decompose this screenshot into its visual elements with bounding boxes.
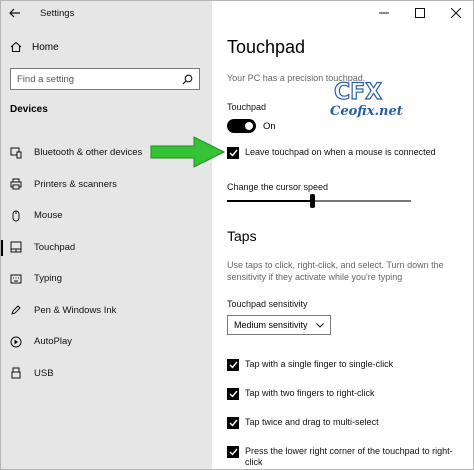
- checkbox-checked[interactable]: [227, 446, 239, 458]
- touchpad-icon: [10, 241, 22, 253]
- window-controls: [366, 0, 474, 26]
- sidebar-item-label: AutoPlay: [34, 336, 73, 348]
- printer-icon: [10, 178, 22, 190]
- usb-icon: [10, 367, 22, 379]
- leave-touchpad-on-checkbox[interactable]: Leave touchpad on when a mouse is connec…: [227, 147, 467, 159]
- cursor-speed-label: Change the cursor speed: [227, 182, 329, 192]
- search-placeholder: Find a setting: [17, 73, 75, 85]
- tap-single-finger-checkbox[interactable]: Tap with a single finger to single-click: [227, 359, 467, 371]
- back-arrow-icon: [9, 8, 20, 18]
- chevron-down-icon: [316, 322, 324, 328]
- taps-heading: Taps: [227, 228, 257, 244]
- green-arrow-annotation: [150, 136, 226, 168]
- checkbox-label: Leave touchpad on when a mouse is connec…: [245, 147, 436, 157]
- search-icon: [182, 74, 193, 84]
- touchpad-toggle-label: Touchpad: [227, 102, 267, 112]
- sidebar-item-typing[interactable]: Typing: [0, 263, 212, 295]
- sensitivity-dropdown[interactable]: Medium sensitivity: [227, 315, 331, 335]
- autoplay-icon: [10, 336, 22, 348]
- sidebar-item-label: Printers & scanners: [34, 178, 117, 190]
- sidebar-item-label: Typing: [34, 273, 62, 285]
- slider-filled-track: [227, 200, 310, 202]
- sidebar-item-label: Bluetooth & other devices: [34, 147, 143, 159]
- checkbox-label: Tap with two fingers to right-click: [245, 388, 375, 398]
- cursor-speed-slider[interactable]: [227, 194, 411, 208]
- sidebar-item-label: Mouse: [34, 210, 63, 222]
- slider-thumb[interactable]: [310, 194, 315, 208]
- svg-text:CFX: CFX: [334, 80, 382, 105]
- mouse-icon: [10, 210, 22, 222]
- maximize-icon: [415, 8, 425, 18]
- watermark-text: Ceofix.net: [330, 104, 403, 119]
- checkmark-icon: [229, 149, 238, 157]
- sidebar-item-printers[interactable]: Printers & scanners: [0, 169, 212, 201]
- sidebar-item-autoplay[interactable]: AutoPlay: [0, 326, 212, 358]
- sidebar-item-label: Pen & Windows Ink: [34, 304, 117, 316]
- section-title: Devices: [10, 104, 48, 115]
- search-input[interactable]: Find a setting: [10, 68, 200, 90]
- back-button[interactable]: [0, 0, 30, 26]
- tap-two-fingers-checkbox[interactable]: Tap with two fingers to right-click: [227, 388, 467, 400]
- checkmark-icon: [229, 419, 238, 427]
- checkbox-checked[interactable]: [227, 359, 239, 371]
- home-label: Home: [32, 41, 59, 53]
- sidebar-item-mouse[interactable]: Mouse: [0, 200, 212, 232]
- checkbox-label: Tap twice and drag to multi-select: [245, 417, 379, 427]
- slider-remaining-track: [315, 200, 411, 202]
- close-icon: [451, 8, 461, 18]
- tap-twice-drag-checkbox[interactable]: Tap twice and drag to multi-select: [227, 417, 467, 429]
- touchpad-toggle[interactable]: [227, 119, 256, 133]
- sensitivity-label: Touchpad sensitivity: [227, 299, 308, 309]
- dropdown-value: Medium sensitivity: [234, 320, 308, 330]
- sidebar-item-usb[interactable]: USB: [0, 358, 212, 390]
- ceofix-watermark: CFX Ceofix.net: [326, 77, 403, 125]
- close-button[interactable]: [438, 0, 474, 26]
- sidebar-nav: Bluetooth & other devices Printers & sca…: [0, 137, 212, 389]
- checkbox-label: Tap with a single finger to single-click: [245, 359, 394, 369]
- cfx-logo-icon: CFX: [333, 79, 382, 105]
- sidebar: Settings Home Find a setting Devices Blu…: [0, 0, 212, 470]
- maximize-button[interactable]: [402, 0, 438, 26]
- title-bar: Settings: [0, 0, 212, 26]
- sidebar-item-label: Touchpad: [34, 241, 76, 253]
- bluetooth-device-icon: [10, 147, 22, 159]
- sidebar-item-touchpad[interactable]: Touchpad: [0, 232, 212, 264]
- sidebar-item-pen[interactable]: Pen & Windows Ink: [0, 295, 212, 327]
- pen-icon: [10, 304, 22, 316]
- page-title: Touchpad: [227, 37, 306, 57]
- checkbox-checked[interactable]: [227, 388, 239, 400]
- minimize-icon: [379, 12, 389, 14]
- minimize-button[interactable]: [366, 0, 402, 26]
- home-icon: [10, 41, 22, 53]
- checkbox-checked[interactable]: [227, 417, 239, 429]
- keyboard-icon: [10, 273, 22, 285]
- checkmark-icon: [229, 448, 238, 456]
- checkmark-icon: [229, 361, 238, 369]
- checkmark-icon: [229, 390, 238, 398]
- sidebar-item-label: USB: [34, 367, 54, 379]
- lower-right-corner-checkbox[interactable]: Press the lower right corner of the touc…: [227, 446, 467, 468]
- home-link[interactable]: Home: [10, 41, 59, 53]
- toggle-knob: [245, 122, 253, 130]
- checkbox-checked[interactable]: [227, 147, 239, 159]
- toggle-state-label: On: [263, 121, 276, 132]
- app-title: Settings: [40, 7, 75, 19]
- checkbox-label: Press the lower right corner of the touc…: [245, 446, 453, 467]
- taps-description: Use taps to click, right-click, and sele…: [227, 260, 444, 282]
